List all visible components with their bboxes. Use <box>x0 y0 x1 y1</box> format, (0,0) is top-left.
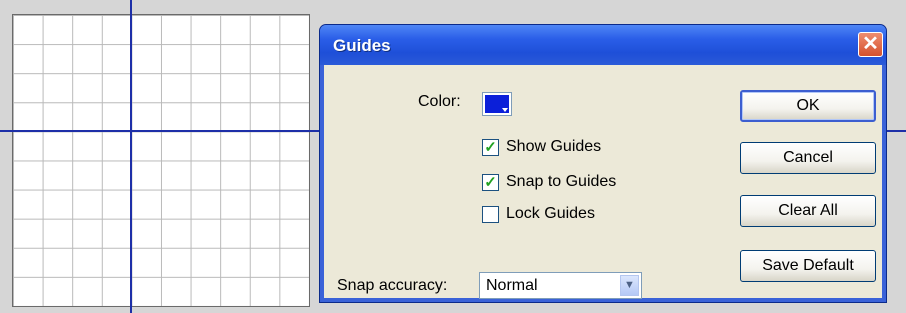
clear-all-button[interactable]: Clear All <box>740 195 876 227</box>
color-label: Color: <box>418 93 461 110</box>
snap-to-guides-checkbox[interactable]: ✓ <box>482 174 499 191</box>
lock-guides-checkbox[interactable] <box>482 206 499 223</box>
checkmark-icon: ✓ <box>484 139 497 156</box>
dialog-title: Guides <box>333 36 391 55</box>
lock-guides-label[interactable]: Lock Guides <box>506 205 595 223</box>
color-picker[interactable] <box>482 92 512 116</box>
horizontal-guide-line-right <box>886 130 906 132</box>
snap-to-guides-label[interactable]: Snap to Guides <box>506 173 616 191</box>
show-guides-checkbox[interactable]: ✓ <box>482 139 499 156</box>
vertical-guide-line[interactable] <box>130 0 132 313</box>
checkmark-icon: ✓ <box>484 174 497 191</box>
dialog-body: Color: ✓ Show Guides ✓ Snap to Guides Lo… <box>324 65 882 299</box>
close-button[interactable]: ✕ <box>858 32 883 57</box>
save-default-button[interactable]: Save Default <box>740 250 876 282</box>
dialog-titlebar[interactable]: Guides ✕ <box>320 25 886 65</box>
close-icon: ✕ <box>862 33 879 55</box>
snap-accuracy-value: Normal <box>486 277 538 294</box>
color-dropdown-icon <box>502 108 508 112</box>
show-guides-label[interactable]: Show Guides <box>506 138 601 156</box>
ok-button[interactable]: OK <box>740 90 876 122</box>
horizontal-guide-line[interactable] <box>0 130 330 132</box>
snap-accuracy-select[interactable]: Normal ▼ <box>479 272 642 299</box>
cancel-button[interactable]: Cancel <box>740 142 876 174</box>
chevron-down-icon[interactable]: ▼ <box>620 275 639 296</box>
snap-accuracy-label: Snap accuracy: <box>337 277 448 294</box>
grid-stage[interactable] <box>12 14 310 307</box>
guides-dialog: Guides ✕ Color: ✓ Show Guides ✓ Snap to … <box>319 24 887 303</box>
